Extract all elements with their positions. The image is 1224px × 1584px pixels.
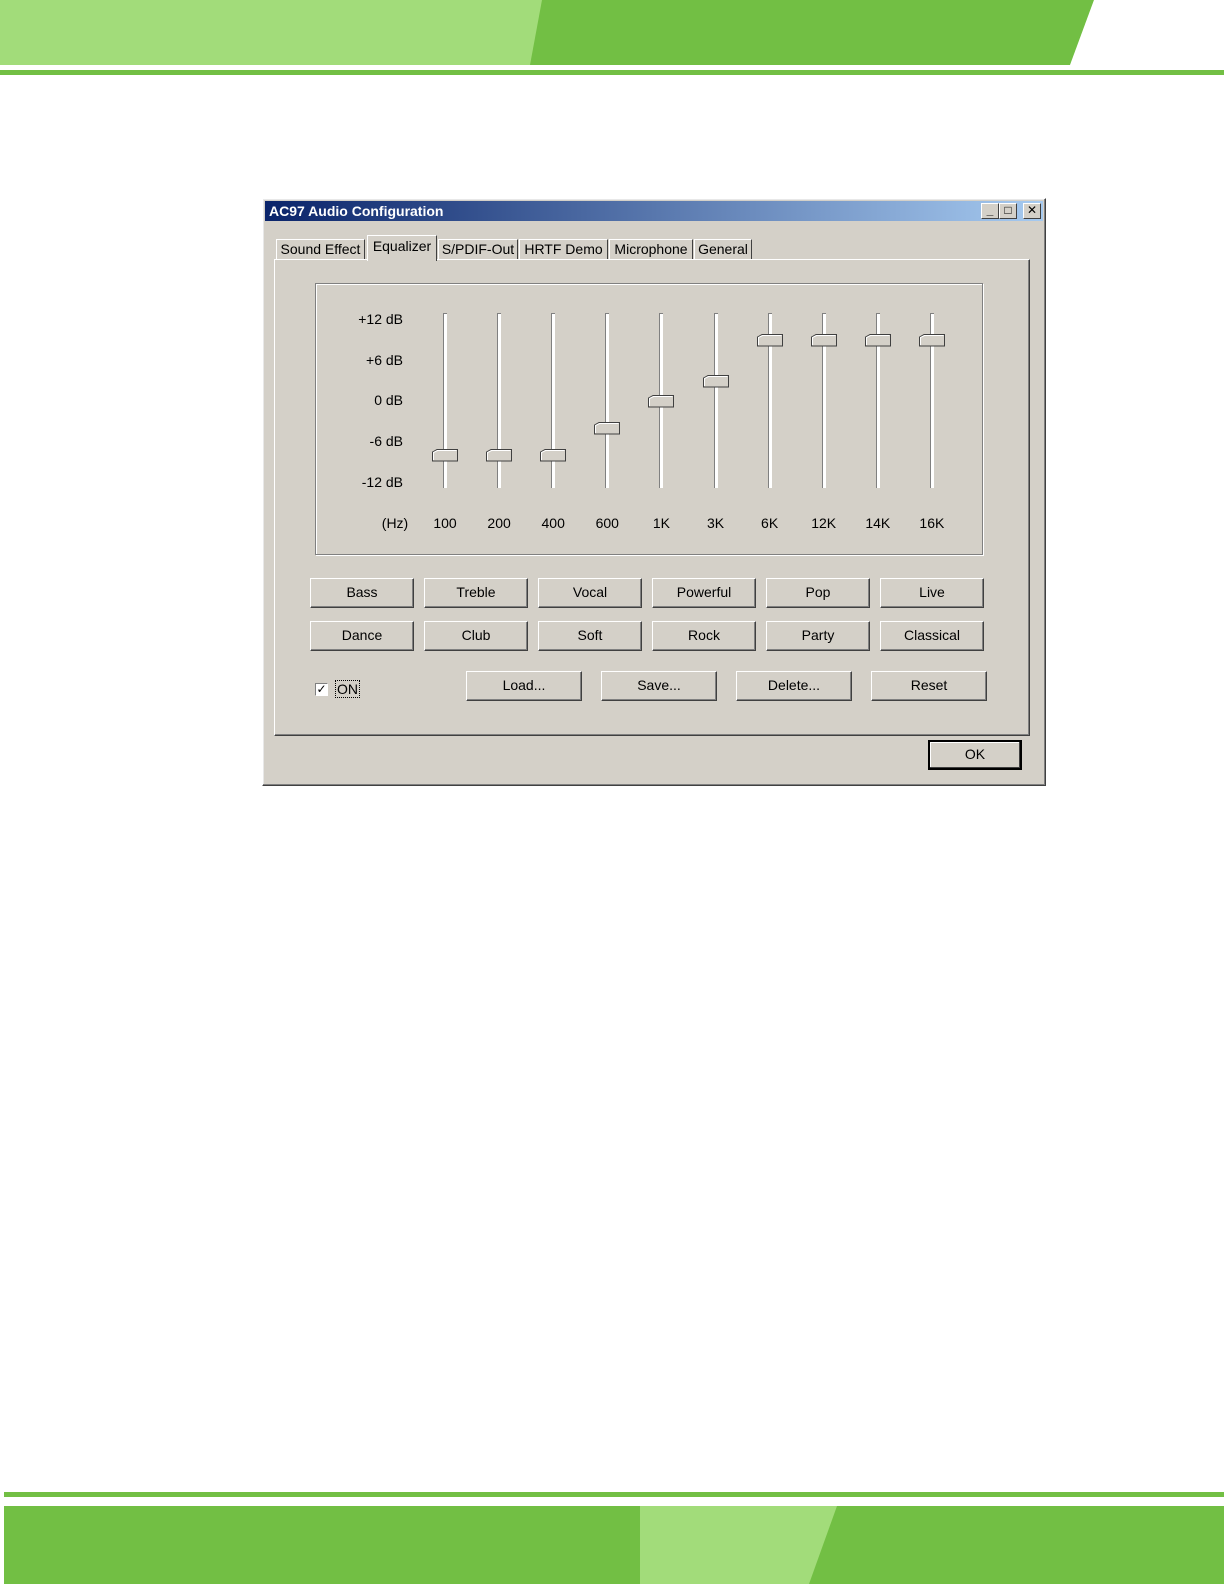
tab-spdif-out[interactable]: S/PDIF-Out	[438, 239, 518, 259]
footer-band-dark	[4, 1506, 1224, 1584]
title-bar[interactable]: AC97 Audio Configuration _ □ ✕	[265, 201, 1043, 221]
minimize-icon[interactable]: _	[981, 203, 999, 219]
window-title: AC97 Audio Configuration	[269, 203, 444, 219]
tab-hrtf-demo[interactable]: HRTF Demo	[519, 239, 608, 259]
equalizer-panel	[274, 259, 1030, 736]
tab-equalizer[interactable]: Equalizer	[367, 235, 437, 261]
tab-general[interactable]: General	[694, 239, 752, 259]
header-rule	[0, 70, 1224, 75]
footer-rule	[4, 1492, 1224, 1497]
audio-config-dialog: AC97 Audio Configuration _ □ ✕ Sound Eff…	[262, 198, 1046, 786]
close-icon[interactable]: ✕	[1023, 203, 1041, 219]
ok-button[interactable]: OK	[928, 740, 1022, 770]
tab-sound-effect[interactable]: Sound Effect	[276, 239, 365, 259]
maximize-icon[interactable]: □	[999, 203, 1017, 219]
tab-microphone[interactable]: Microphone	[609, 239, 693, 259]
